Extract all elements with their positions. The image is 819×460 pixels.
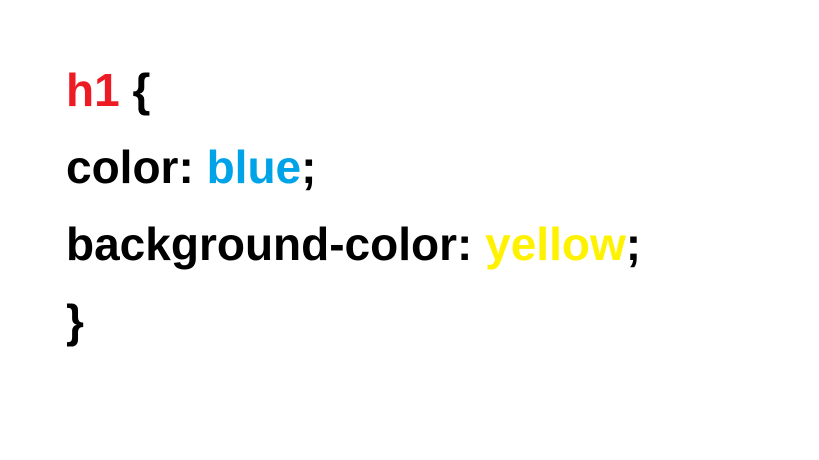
css-property-background-color: background-color: [66, 218, 486, 270]
code-line-close: } [66, 283, 641, 360]
css-selector: h1 [66, 64, 120, 116]
code-line-color: color: blue; [66, 129, 641, 206]
semicolon: ; [301, 141, 317, 193]
semicolon: ; [625, 218, 642, 270]
css-code-snippet: h1 { color: blue; background-color: yell… [66, 52, 641, 360]
css-value-yellow: yellow [485, 218, 626, 270]
code-line-selector: h1 { [66, 52, 641, 129]
open-brace: { [119, 64, 151, 116]
code-line-background-color: background-color: yellow; [66, 206, 641, 283]
css-value-blue: blue [206, 141, 302, 193]
close-brace: } [66, 295, 84, 347]
css-property-color: color: [66, 141, 207, 193]
